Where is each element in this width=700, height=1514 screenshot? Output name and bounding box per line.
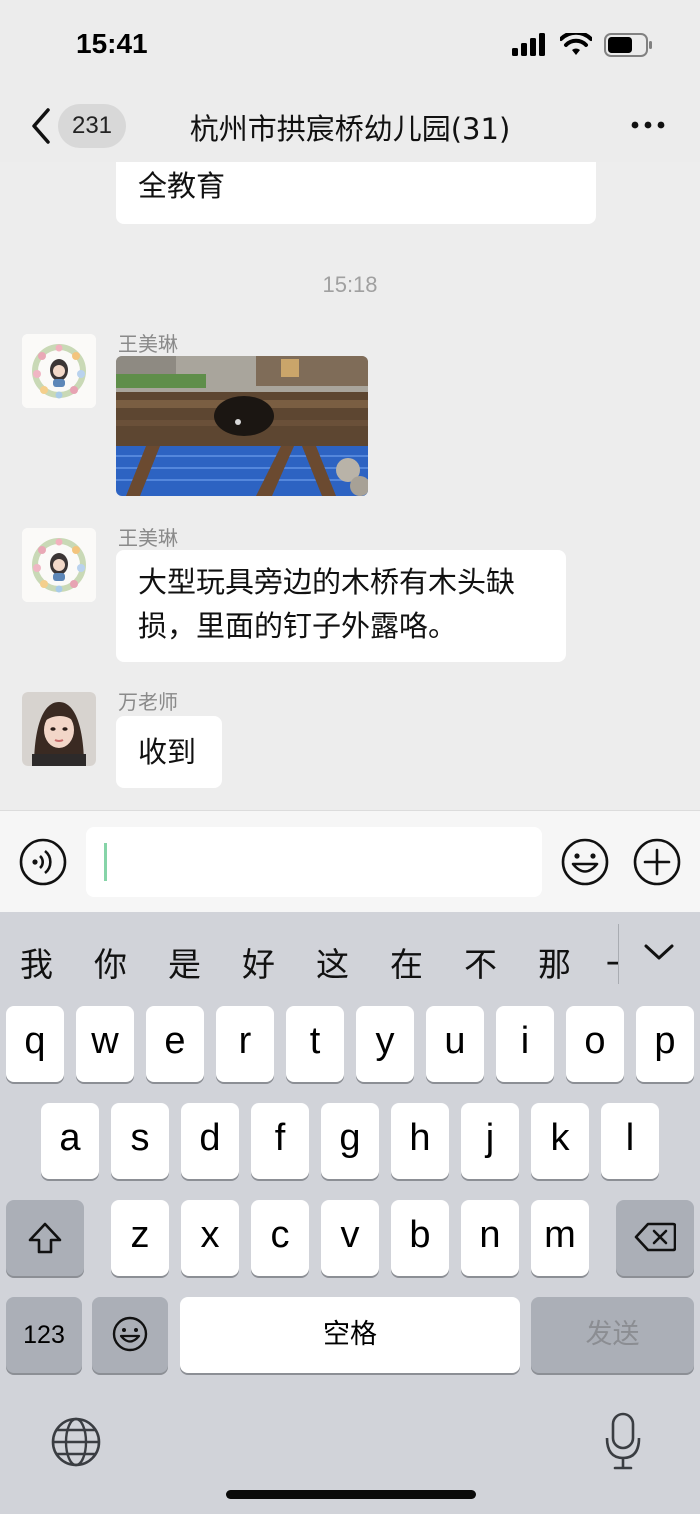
key-o[interactable]: o bbox=[566, 1006, 624, 1082]
key-i[interactable]: i bbox=[496, 1006, 554, 1082]
candidate-divider bbox=[618, 924, 619, 984]
shift-arrow-icon bbox=[28, 1222, 62, 1254]
key-y[interactable]: y bbox=[356, 1006, 414, 1082]
key-x[interactable]: x bbox=[181, 1200, 239, 1276]
avatar-wang-meilin[interactable] bbox=[22, 528, 96, 602]
globe-icon[interactable] bbox=[50, 1416, 102, 1468]
key-k[interactable]: k bbox=[531, 1103, 589, 1179]
message-text-input[interactable] bbox=[86, 827, 542, 897]
expand-candidates-chevron-icon[interactable] bbox=[642, 940, 676, 964]
keyboard: 我 你 是 好 这 在 不 那 一 q w e r t y u i o p a … bbox=[0, 912, 700, 1514]
key-q[interactable]: q bbox=[6, 1006, 64, 1082]
key-w[interactable]: w bbox=[76, 1006, 134, 1082]
emoji-icon bbox=[112, 1316, 148, 1352]
key-r[interactable]: r bbox=[216, 1006, 274, 1082]
status-icons bbox=[512, 30, 654, 60]
key-u[interactable]: u bbox=[426, 1006, 484, 1082]
message-timestamp: 15:18 bbox=[322, 272, 378, 297]
message-image-wooden-bridge[interactable] bbox=[116, 356, 368, 496]
emoji-key[interactable] bbox=[92, 1297, 168, 1373]
message-text: 收到 bbox=[138, 735, 197, 769]
candidate-word[interactable]: 我 bbox=[20, 938, 53, 986]
chat-title: 杭州市拱宸桥幼儿园(31) bbox=[189, 112, 511, 146]
shift-key[interactable] bbox=[6, 1200, 84, 1276]
numbers-key[interactable]: 123 bbox=[6, 1297, 82, 1373]
sender-name: 王美琳 bbox=[118, 526, 178, 550]
sender-name: 王美琳 bbox=[118, 332, 178, 356]
text-caret bbox=[104, 843, 107, 881]
avatar-wang-meilin[interactable] bbox=[22, 334, 96, 408]
key-e[interactable]: e bbox=[146, 1006, 204, 1082]
key-z[interactable]: z bbox=[111, 1200, 169, 1276]
key-v[interactable]: v bbox=[321, 1200, 379, 1276]
space-key[interactable]: 空格 bbox=[180, 1297, 520, 1373]
candidate-word[interactable]: 是 bbox=[168, 938, 201, 986]
chat-message-list[interactable]: 全教育 15:18 王美琳 王美琳 大型玩具旁边的木桥有木头缺 损，里面的钉子外… bbox=[0, 162, 700, 810]
message-bubble[interactable]: 大型玩具旁边的木桥有木头缺 损，里面的钉子外露咯。 bbox=[116, 550, 566, 662]
message-text-line: 损，里面的钉子外露咯。 bbox=[138, 609, 458, 643]
key-a[interactable]: a bbox=[41, 1103, 99, 1179]
key-g[interactable]: g bbox=[321, 1103, 379, 1179]
key-c[interactable]: c bbox=[251, 1200, 309, 1276]
candidate-word[interactable]: 在 bbox=[390, 938, 423, 986]
key-b[interactable]: b bbox=[391, 1200, 449, 1276]
microphone-icon[interactable] bbox=[604, 1412, 642, 1472]
home-indicator[interactable] bbox=[226, 1490, 476, 1499]
battery-icon bbox=[604, 33, 652, 57]
message-bubble-partial[interactable]: 全教育 bbox=[116, 162, 596, 224]
candidate-bar: 我 你 是 好 这 在 不 那 一 bbox=[0, 912, 700, 1000]
key-f[interactable]: f bbox=[251, 1103, 309, 1179]
status-bar: 15:41 bbox=[0, 0, 700, 92]
back-chevron-icon[interactable] bbox=[26, 106, 56, 146]
key-m[interactable]: m bbox=[531, 1200, 589, 1276]
candidate-word[interactable]: 这 bbox=[316, 938, 349, 986]
portrait-avatar-icon bbox=[22, 692, 96, 766]
plus-icon[interactable] bbox=[632, 837, 682, 887]
wooden-bridge-photo bbox=[116, 356, 368, 496]
message-text-line: 大型玩具旁边的木桥有木头缺 bbox=[138, 565, 516, 599]
chat-header: 231 杭州市拱宸桥幼儿园(31) bbox=[0, 92, 700, 162]
message-text: 全教育 bbox=[138, 169, 226, 203]
key-t[interactable]: t bbox=[286, 1006, 344, 1082]
candidate-word[interactable]: 好 bbox=[242, 938, 275, 986]
candidate-word[interactable]: 一 bbox=[606, 938, 618, 986]
candidate-word[interactable]: 不 bbox=[464, 938, 497, 986]
wreath-avatar-icon bbox=[22, 528, 96, 602]
candidate-word[interactable]: 你 bbox=[94, 938, 127, 986]
back-unread-badge[interactable]: 231 bbox=[58, 104, 126, 148]
key-h[interactable]: h bbox=[391, 1103, 449, 1179]
status-time: 15:41 bbox=[76, 28, 148, 59]
candidate-word[interactable]: 那 bbox=[538, 938, 571, 986]
message-input-bar bbox=[0, 810, 700, 912]
emoji-icon[interactable] bbox=[560, 837, 610, 887]
key-l[interactable]: l bbox=[601, 1103, 659, 1179]
sender-name: 万老师 bbox=[118, 690, 178, 714]
key-j[interactable]: j bbox=[461, 1103, 519, 1179]
send-key[interactable]: 发送 bbox=[531, 1297, 694, 1373]
wifi-icon bbox=[560, 33, 592, 55]
message-bubble[interactable]: 收到 bbox=[116, 716, 222, 788]
more-options-icon[interactable] bbox=[630, 110, 666, 140]
delete-key[interactable] bbox=[616, 1200, 694, 1276]
key-n[interactable]: n bbox=[461, 1200, 519, 1276]
avatar-wan-laoshi[interactable] bbox=[22, 692, 96, 766]
voice-input-icon[interactable] bbox=[18, 837, 68, 887]
cellular-signal-icon bbox=[512, 33, 545, 56]
key-d[interactable]: d bbox=[181, 1103, 239, 1179]
key-s[interactable]: s bbox=[111, 1103, 169, 1179]
key-p[interactable]: p bbox=[636, 1006, 694, 1082]
wreath-avatar-icon bbox=[22, 334, 96, 408]
backspace-icon bbox=[634, 1222, 677, 1252]
